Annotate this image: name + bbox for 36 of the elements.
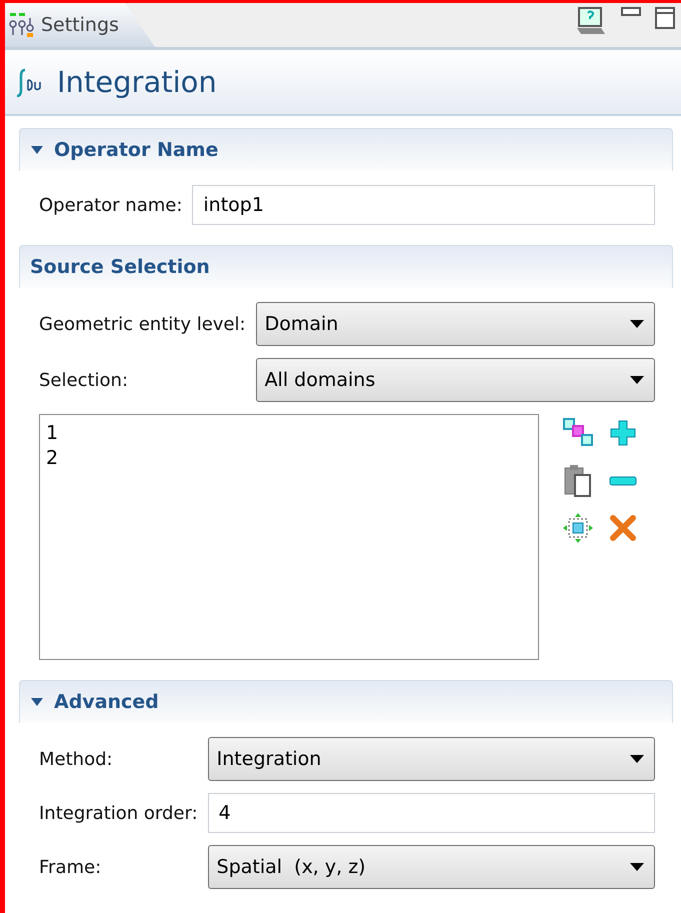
dropdown[interactable]: Spatial (x, y, z) (208, 845, 655, 889)
selection-list[interactable]: 1 2 (39, 414, 539, 660)
section-header[interactable]: Advanced (19, 680, 673, 723)
caret-icon (630, 320, 644, 328)
caret-icon (630, 755, 644, 763)
field-label: Geometric entity level: (39, 314, 246, 334)
minus-icon[interactable] (609, 476, 637, 486)
clear-icon[interactable] (609, 514, 637, 542)
section-title: Advanced (54, 691, 159, 713)
list-item[interactable]: 2 (46, 446, 58, 471)
maximize-icon[interactable] (655, 7, 675, 29)
help-laptop-icon[interactable] (575, 7, 607, 37)
section-header[interactable]: Source Selection (19, 245, 673, 288)
sliders-icon (9, 12, 35, 38)
section-header[interactable]: Operator Name (19, 128, 673, 171)
dropdown[interactable]: All domains (256, 358, 655, 402)
field-label: Method: (39, 748, 114, 770)
minimize-icon[interactable] (621, 7, 641, 17)
caret-icon (630, 376, 644, 384)
text-field[interactable]: intop1 (192, 185, 655, 225)
field-label: Selection: (39, 370, 130, 390)
dropdown[interactable]: Domain (256, 302, 655, 346)
zoom-selection-icon[interactable] (562, 512, 594, 544)
clipboard-icon[interactable] (563, 464, 593, 498)
settings-tab[interactable]: Settings (5, 3, 155, 47)
caret-icon (630, 863, 644, 871)
section-title: Source Selection (30, 256, 210, 278)
panel-title: Integration (57, 65, 217, 99)
list-item[interactable]: 1 (46, 421, 58, 446)
dropdown[interactable]: Integration (208, 737, 655, 781)
field-label: Integration order: (39, 802, 198, 824)
text-field[interactable]: 4 (208, 793, 655, 833)
field-label: Operator name: (39, 194, 182, 216)
field-label: Frame: (39, 856, 102, 878)
plus-icon[interactable] (609, 419, 637, 447)
section-title: Operator Name (54, 139, 218, 161)
